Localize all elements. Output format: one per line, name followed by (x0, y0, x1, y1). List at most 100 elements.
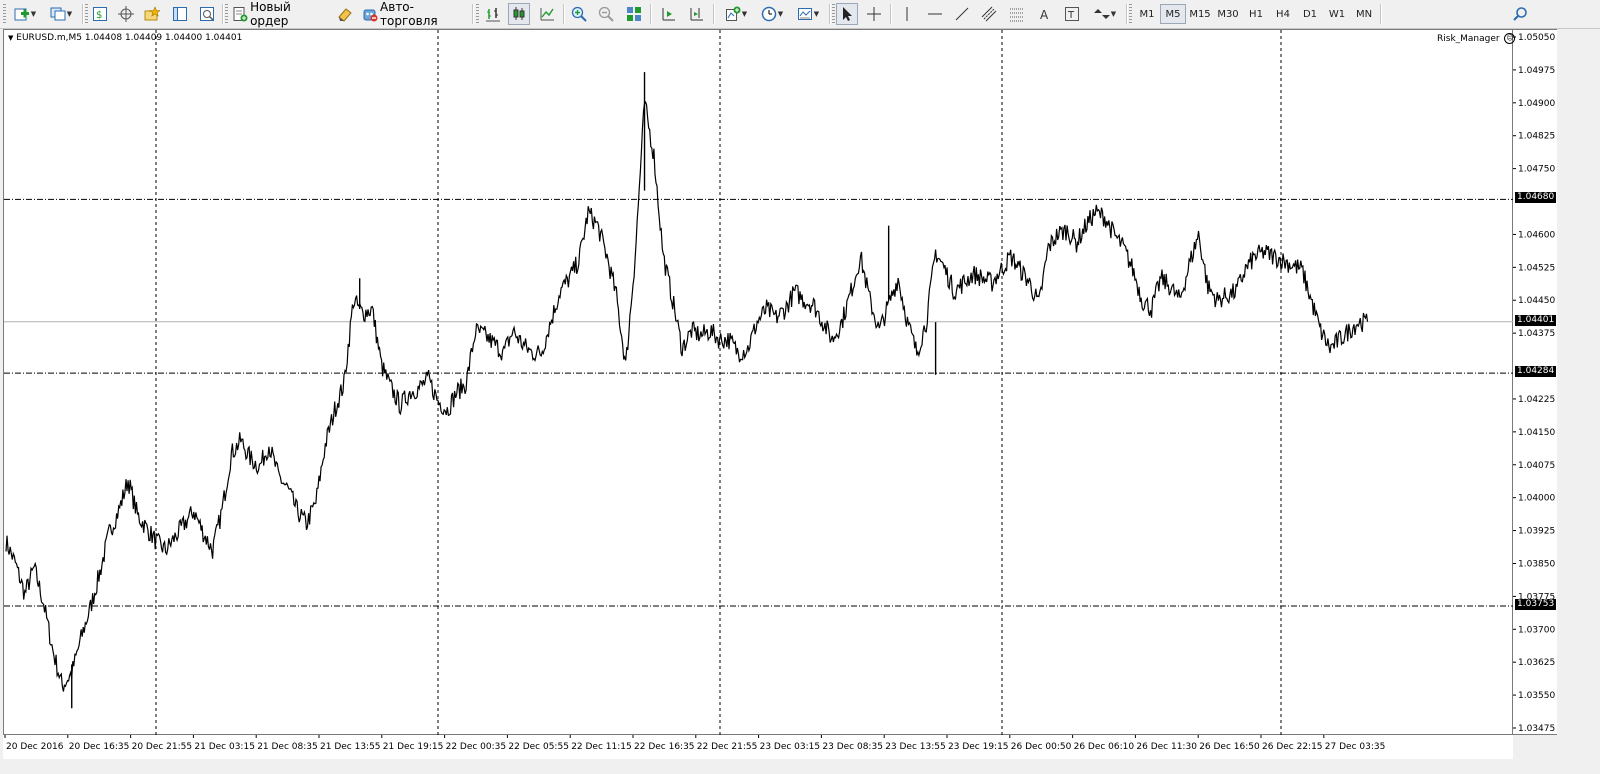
time-tick-label: 26 Dec 06:10 (1074, 742, 1135, 752)
time-tick-label: 20 Dec 16:35 (69, 742, 130, 752)
time-tick-label: 22 Dec 05:55 (508, 742, 569, 752)
time-tick-label: 20 Dec 21:55 (132, 742, 193, 752)
zoom-out-icon (598, 6, 614, 22)
price-tick-label: 1.04075 (1518, 461, 1555, 471)
favorites-button[interactable] (141, 3, 163, 25)
indicators-button[interactable]: ▼ (720, 3, 752, 25)
time-tick-label: 23 Dec 13:55 (885, 742, 946, 752)
time-tick-label: 21 Dec 19:15 (383, 742, 444, 752)
toolbar-separator (82, 4, 84, 24)
crosshair-button[interactable] (863, 3, 885, 25)
trendline-icon (954, 6, 970, 22)
candlestick-icon (511, 6, 527, 22)
time-tick-label: 20 Dec 2016 (6, 742, 64, 752)
time-tick-label: 26 Dec 00:50 (1011, 742, 1072, 752)
price-tick-label: 1.03700 (1518, 625, 1555, 635)
time-tick-label: 26 Dec 16:50 (1199, 742, 1260, 752)
price-tick-label: 1.04000 (1518, 494, 1555, 504)
price-tick-label: 1.05050 (1518, 33, 1555, 43)
expert-advisor-label[interactable]: Risk_Manager ☹ (1437, 33, 1516, 44)
line-chart-button[interactable] (536, 3, 558, 25)
cursor-button[interactable] (836, 3, 858, 25)
toolbar-separator (890, 4, 892, 24)
arrows-icon (1093, 6, 1110, 22)
horizontal-line-button[interactable] (924, 3, 946, 25)
time-tick-label: 23 Dec 03:15 (760, 742, 821, 752)
new-chart-button[interactable]: ▼ (9, 3, 41, 25)
templates-button[interactable]: ▼ (792, 3, 824, 25)
arrows-button[interactable]: ▼ (1089, 3, 1121, 25)
timeframe-m30[interactable]: M30 (1214, 4, 1242, 24)
text-button[interactable]: A (1034, 3, 1056, 25)
tile-windows-icon (626, 6, 642, 22)
time-scale[interactable]: 20 Dec 2016 20 Dec 16:35 20 Dec 21:55 21 De… (3, 735, 1513, 759)
price-tick-label: 1.03925 (1518, 527, 1555, 537)
profiles-button[interactable]: ▼ (45, 3, 77, 25)
trendline-button[interactable] (951, 3, 973, 25)
toolbar-grip[interactable] (3, 4, 6, 24)
fibonacci-button[interactable] (1006, 3, 1028, 25)
new-order-icon (232, 6, 248, 22)
market-watch-button[interactable]: $ (89, 3, 111, 25)
price-tag-level-high: 1.04680 (1515, 192, 1557, 204)
timeframe-h4[interactable]: H4 (1270, 4, 1296, 24)
toolbar-grip[interactable] (85, 4, 88, 24)
price-tick-label: 1.04750 (1518, 165, 1555, 175)
timeframe-w1[interactable]: W1 (1324, 4, 1350, 24)
chart-shift-icon (660, 6, 676, 22)
navigator-button[interactable] (115, 3, 137, 25)
timeframe-mn[interactable]: MN (1351, 4, 1377, 24)
chart-menu-arrow-icon[interactable]: ▼ (8, 34, 13, 42)
bar-chart-icon (485, 6, 501, 22)
terminal-button[interactable] (169, 3, 191, 25)
market-watch-icon: $ (92, 6, 108, 22)
strategy-tester-button[interactable] (196, 3, 218, 25)
price-tick-label: 1.04225 (1518, 395, 1555, 405)
symbol-ohlc-text: EURUSD.m,M5 1.04408 1.04409 1.04400 1.04… (16, 33, 243, 43)
new-order-button[interactable]: Новый ордер (232, 0, 328, 28)
new-order-label: Новый ордер (250, 0, 291, 28)
zoom-out-button[interactable] (595, 3, 617, 25)
toolbar-grip[interactable] (832, 4, 835, 24)
metaeditor-button[interactable] (334, 3, 356, 25)
price-tick-label: 1.04600 (1518, 230, 1555, 240)
vertical-line-icon (899, 6, 915, 22)
tile-windows-button[interactable] (623, 3, 645, 25)
text-label-button[interactable]: T (1061, 3, 1083, 25)
crosshair-icon (866, 6, 882, 22)
timeframe-m5[interactable]: M5 (1160, 4, 1186, 24)
search-button[interactable] (1508, 3, 1532, 25)
autotrading-button[interactable]: Авто-торговля (362, 0, 466, 28)
timeframe-d1[interactable]: D1 (1297, 4, 1323, 24)
vertical-line-button[interactable] (896, 3, 918, 25)
metaeditor-icon (337, 6, 353, 22)
bar-chart-button[interactable] (482, 3, 504, 25)
toolbar-grip[interactable] (476, 4, 479, 24)
chart-window[interactable] (3, 29, 1514, 736)
price-tick-label: 1.04975 (1518, 66, 1555, 76)
price-chart[interactable] (4, 30, 1514, 736)
timeframe-h1[interactable]: H1 (1243, 4, 1269, 24)
time-tick-label: 22 Dec 11:15 (571, 742, 632, 752)
toolbar-grip[interactable] (1129, 4, 1132, 24)
horizontal-line-icon (927, 6, 943, 22)
timeframe-m1[interactable]: M1 (1134, 4, 1160, 24)
price-tick-label: 1.04375 (1518, 329, 1555, 339)
time-tick-label: 23 Dec 08:35 (822, 742, 883, 752)
price-tick-label: 1.04900 (1518, 99, 1555, 109)
price-tag-level-mid: 1.04284 (1515, 366, 1557, 378)
price-tick-label: 1.04450 (1518, 296, 1555, 306)
zoom-in-button[interactable] (568, 3, 590, 25)
candlestick-button[interactable] (508, 3, 530, 25)
timeframe-m15[interactable]: M15 (1186, 4, 1214, 24)
equidistant-channel-button[interactable] (978, 3, 1000, 25)
price-tick-label: 1.04150 (1518, 428, 1555, 438)
svg-text:$: $ (96, 10, 102, 21)
periods-button[interactable]: ▼ (756, 3, 788, 25)
chart-shift-button[interactable] (657, 3, 679, 25)
toolbar-grip[interactable] (225, 4, 228, 24)
price-scale[interactable]: 1.05050 1.04975 1.04900 1.04825 1.04750 1.046… (1513, 29, 1557, 735)
toolbar-separator (1126, 4, 1128, 24)
autoscroll-button[interactable] (685, 3, 707, 25)
time-tick-label: 22 Dec 00:35 (446, 742, 507, 752)
